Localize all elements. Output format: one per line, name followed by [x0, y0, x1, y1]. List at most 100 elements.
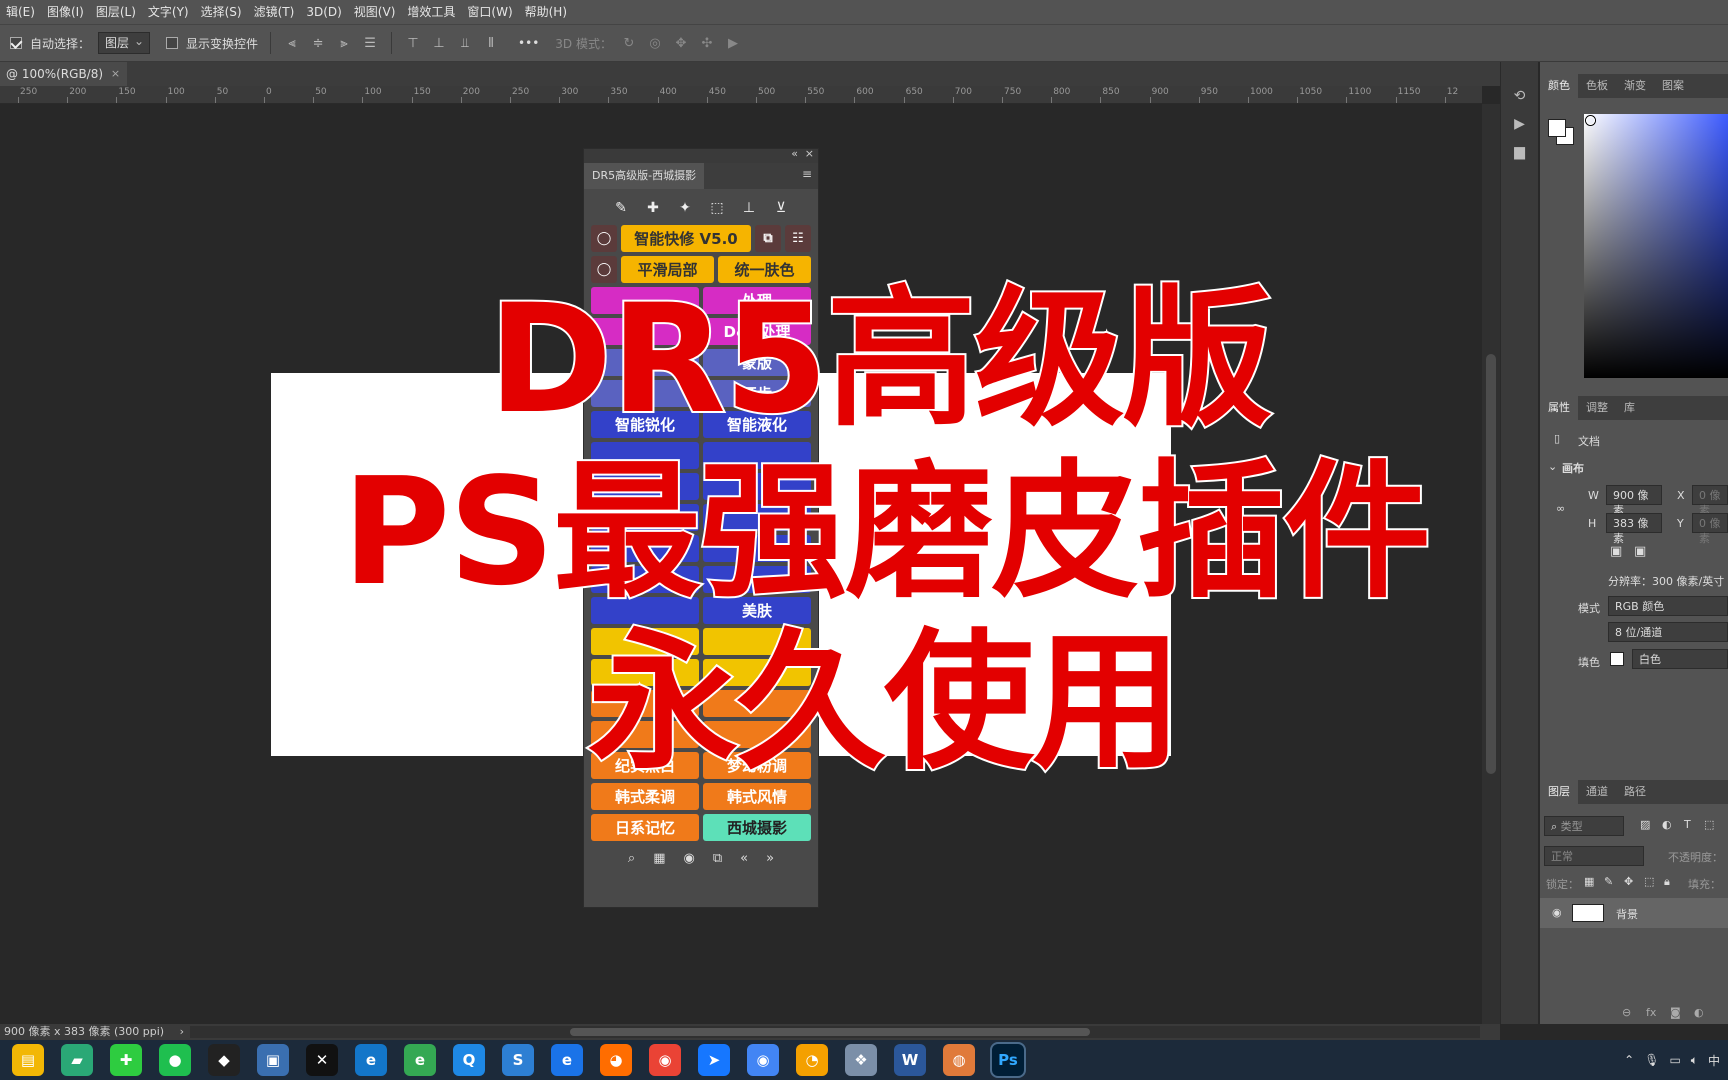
ime-indicator[interactable]: 中: [1708, 1052, 1720, 1069]
panel-tab[interactable]: 路径: [1616, 780, 1654, 804]
network-icon[interactable]: ▭: [1669, 1053, 1680, 1067]
chevron-down-icon[interactable]: ⌄: [1548, 460, 1557, 473]
foreground-color-swatch[interactable]: [1548, 119, 1566, 137]
firefox-icon[interactable]: ◕: [600, 1044, 632, 1076]
x-field[interactable]: 0 像素: [1692, 485, 1728, 517]
align-left-icon[interactable]: ⫷: [283, 34, 301, 52]
actions-play-icon[interactable]: ▶: [1507, 116, 1533, 138]
zoom-icon[interactable]: ⌕: [628, 851, 635, 866]
lock-brush-icon[interactable]: ✎: [1604, 875, 1613, 888]
filter-adjust-icon[interactable]: ◐: [1662, 818, 1672, 831]
panel-tab[interactable]: 通道: [1578, 780, 1616, 804]
panel-tab[interactable]: 色板: [1578, 74, 1616, 98]
link-icon[interactable]: ∞: [1556, 502, 1565, 515]
link-layers-icon[interactable]: ⊖: [1622, 1006, 1631, 1019]
microphone-icon[interactable]: 🎙︎: [1644, 1053, 1659, 1067]
lasso-icon[interactable]: ◯: [591, 225, 617, 252]
close-icon[interactable]: ×: [111, 62, 120, 86]
rabbit-icon[interactable]: ◍: [943, 1044, 975, 1076]
wechat-icon[interactable]: ●: [159, 1044, 191, 1076]
settings-sliders-icon[interactable]: ☷: [785, 225, 811, 252]
panel-tab[interactable]: 图案: [1654, 74, 1692, 98]
blend-mode-dropdown[interactable]: 正常: [1544, 846, 1644, 866]
menu-item[interactable]: 辑(E): [0, 0, 41, 24]
chrome-icon[interactable]: ◉: [747, 1044, 779, 1076]
color-picker-field[interactable]: [1584, 114, 1728, 378]
stamp-icon[interactable]: ⊥: [740, 199, 758, 217]
next-page-icon[interactable]: »: [766, 851, 774, 866]
filter-image-icon[interactable]: ▨: [1640, 818, 1650, 831]
ie-icon[interactable]: e: [551, 1044, 583, 1076]
grid-icon[interactable]: ▦: [653, 851, 665, 866]
lock-artboard-icon[interactable]: ⬚: [1644, 875, 1654, 888]
align-top-icon[interactable]: ⊤: [404, 34, 422, 52]
width-field[interactable]: 900 像素: [1606, 485, 1662, 517]
menu-item[interactable]: 文字(Y): [142, 0, 195, 24]
brush-icon[interactable]: ✎: [612, 199, 630, 217]
fill-color-swatch[interactable]: [1610, 652, 1624, 666]
distribute-vertical-icon[interactable]: ⦀: [482, 34, 500, 52]
panel-tab[interactable]: 调整: [1578, 396, 1616, 420]
plugin-button[interactable]: 智能快修 V5.0: [621, 225, 751, 252]
plugin-button[interactable]: 西城摄影: [703, 814, 811, 841]
portrait-icon[interactable]: ▣: [1610, 544, 1622, 559]
adjustment-layer-icon[interactable]: ◐: [1694, 1006, 1704, 1019]
align-hcenter-icon[interactable]: ≑: [309, 34, 327, 52]
scroll-thumb[interactable]: [570, 1028, 1090, 1036]
file-explorer-icon[interactable]: ▤: [12, 1044, 44, 1076]
y-field[interactable]: 0 像素: [1692, 513, 1728, 545]
plugin-button[interactable]: 日系记忆: [591, 814, 699, 841]
photoshop-icon[interactable]: Ps: [990, 1042, 1026, 1078]
mask-icon[interactable]: ◙: [1670, 1006, 1681, 1019]
word-icon[interactable]: W: [894, 1044, 926, 1076]
color-picker-cursor[interactable]: [1586, 116, 1595, 125]
browser-orange-icon[interactable]: ◔: [796, 1044, 828, 1076]
align-bottom-icon[interactable]: ⫫: [456, 34, 474, 52]
menu-item[interactable]: 窗口(W): [461, 0, 518, 24]
bit-depth-dropdown[interactable]: 8 位/通道: [1608, 622, 1728, 642]
clone-stamp-icon[interactable]: ⊻: [772, 199, 790, 217]
lock-pixels-icon[interactable]: ▦: [1584, 875, 1594, 888]
dingtalk-icon[interactable]: ➤: [698, 1044, 730, 1076]
360-security-icon[interactable]: ✚: [110, 1044, 142, 1076]
panel-tab[interactable]: 渐变: [1616, 74, 1654, 98]
lock-all-icon[interactable]: 🔒︎: [1664, 875, 1670, 889]
chrome-like-icon[interactable]: ◉: [649, 1044, 681, 1076]
lock-move-icon[interactable]: ✥: [1624, 875, 1633, 888]
comments-icon[interactable]: ▆: [1507, 144, 1533, 166]
panel-tab[interactable]: 图层: [1540, 780, 1578, 804]
notepad-icon[interactable]: ▰: [61, 1044, 93, 1076]
height-field[interactable]: 383 像素: [1606, 513, 1662, 545]
menu-item[interactable]: 3D(D): [300, 0, 347, 24]
menu-icon[interactable]: ≡: [802, 167, 812, 181]
menu-item[interactable]: 滤镜(T): [248, 0, 301, 24]
fx-icon[interactable]: fx: [1646, 1006, 1656, 1019]
layer-filter-search[interactable]: ⌕ 类型: [1544, 816, 1624, 836]
close-icon[interactable]: ×: [805, 147, 814, 160]
capcut-icon[interactable]: ✕: [306, 1044, 338, 1076]
3d-pan-icon[interactable]: ✥: [672, 34, 690, 52]
browser-360-icon[interactable]: e: [404, 1044, 436, 1076]
mode-dropdown[interactable]: RGB 颜色: [1608, 596, 1728, 616]
panel-tab[interactable]: 属性: [1540, 396, 1578, 420]
panel-tab[interactable]: 库: [1616, 396, 1643, 420]
menu-item[interactable]: 图像(I): [41, 0, 90, 24]
network-icon[interactable]: ❖: [845, 1044, 877, 1076]
filter-shape-icon[interactable]: ⬚: [1704, 818, 1714, 831]
landscape-icon[interactable]: ▣: [1634, 544, 1646, 559]
menu-item[interactable]: 帮助(H): [519, 0, 573, 24]
align-right-icon[interactable]: ⫸: [335, 34, 353, 52]
edge-icon[interactable]: e: [355, 1044, 387, 1076]
fill-dropdown[interactable]: 白色: [1632, 649, 1728, 669]
crop-icon[interactable]: ⬚: [708, 199, 726, 217]
3d-roll-icon[interactable]: ◎: [646, 34, 664, 52]
auto-select-dropdown[interactable]: 图层: [98, 32, 151, 54]
qq-icon[interactable]: ◆: [208, 1044, 240, 1076]
layer-row-background[interactable]: ◉ 背景: [1540, 898, 1728, 928]
sogou-icon[interactable]: S: [502, 1044, 534, 1076]
eye-icon[interactable]: ◉: [1552, 906, 1562, 919]
copy-icon[interactable]: ⧉: [713, 851, 722, 866]
3d-slide-icon[interactable]: ✣: [698, 34, 716, 52]
bandage-icon[interactable]: ✚: [644, 199, 662, 217]
scroll-thumb[interactable]: [1486, 354, 1496, 774]
